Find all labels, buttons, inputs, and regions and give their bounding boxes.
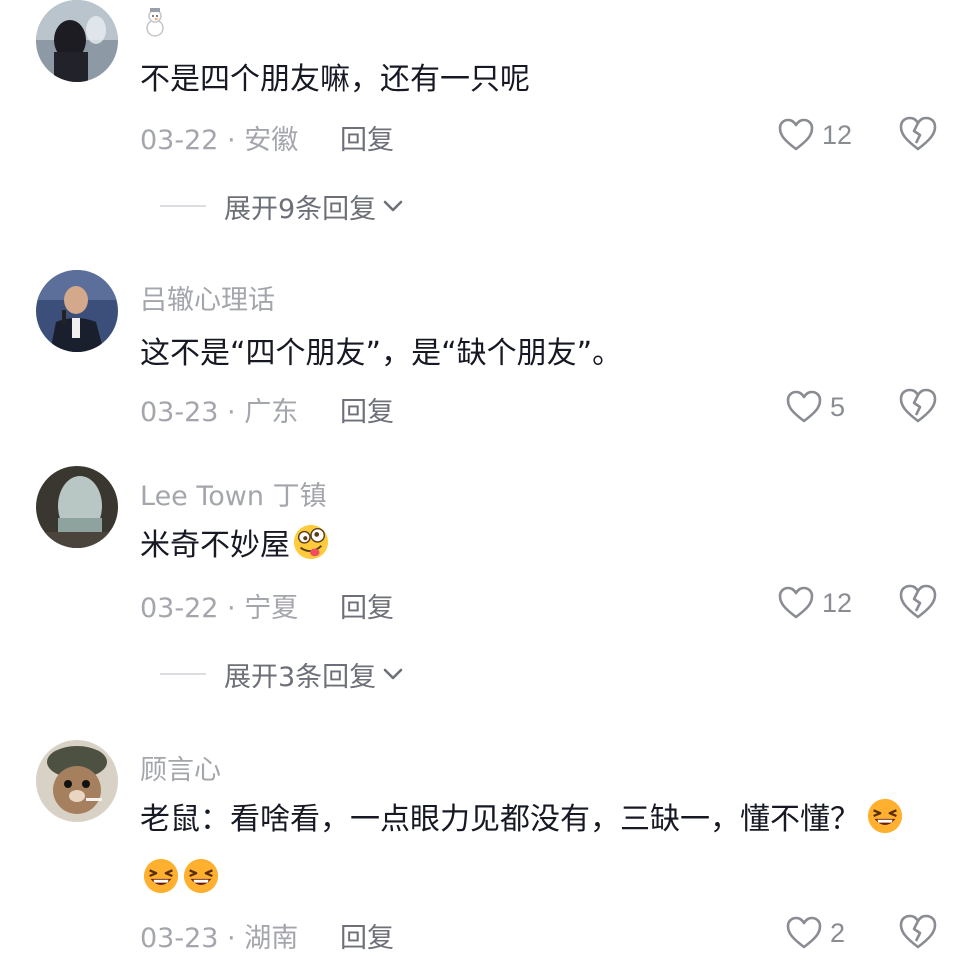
comment-text: 老鼠：看啥看，一点眼力见都没有，三缺一，懂不懂？ — [140, 790, 910, 910]
heart-outline-icon — [786, 916, 822, 949]
dislike-button[interactable] — [898, 583, 938, 623]
broken-heart-icon — [899, 116, 937, 151]
date-location: 03-23 · 广东 — [140, 397, 299, 428]
like-button[interactable]: 5 — [786, 387, 845, 427]
crazy-face-emoji — [293, 524, 329, 560]
reply-button[interactable]: 回复 — [340, 916, 394, 955]
like-button[interactable]: 2 — [786, 913, 845, 953]
laughing-face-emoji — [867, 798, 903, 834]
date-location: 03-22 · 安徽 — [140, 125, 299, 156]
reply-button[interactable]: 回复 — [340, 586, 394, 625]
expand-replies-button[interactable]: 展开3条回复 — [160, 654, 404, 694]
divider — [160, 673, 206, 675]
chevron-down-icon — [383, 668, 403, 680]
broken-heart-icon — [899, 584, 937, 619]
reply-button[interactable]: 回复 — [340, 390, 394, 429]
date-location: 03-23 · 湖南 — [140, 923, 299, 954]
laughing-face-emoji — [143, 858, 179, 894]
divider — [160, 205, 206, 207]
username[interactable] — [140, 6, 170, 45]
heart-outline-icon — [786, 390, 822, 423]
like-button[interactable]: 12 — [778, 115, 852, 155]
username[interactable]: 顾言心 — [140, 748, 221, 787]
broken-heart-icon — [899, 914, 937, 949]
avatar[interactable] — [36, 0, 118, 82]
like-count: 2 — [830, 917, 846, 948]
avatar[interactable] — [36, 466, 118, 548]
laughing-face-emoji — [183, 858, 219, 894]
comment-text-content: 老鼠：看啥看，一点眼力见都没有，三缺一，懂不懂？ — [140, 802, 860, 837]
comment-text: 这不是“四个朋友”，是“缺个朋友”。 — [140, 336, 623, 371]
comment-text: 不是四个朋友嘛，还有一只呢 — [140, 62, 530, 97]
username[interactable]: 吕辙心理话 — [140, 278, 275, 317]
expand-replies-label: 展开3条回复 — [224, 661, 377, 693]
dislike-button[interactable] — [898, 115, 938, 155]
broken-heart-icon — [899, 388, 937, 423]
reply-button[interactable]: 回复 — [340, 118, 394, 157]
like-count: 12 — [822, 119, 853, 150]
comment-text: 米奇不妙屋 — [140, 516, 900, 576]
heart-outline-icon — [778, 586, 814, 619]
date-location: 03-22 · 宁夏 — [140, 593, 299, 624]
like-count: 5 — [830, 391, 846, 422]
like-count: 12 — [822, 587, 853, 618]
heart-outline-icon — [778, 118, 814, 151]
expand-replies-label: 展开9条回复 — [224, 193, 377, 225]
username[interactable]: Lee Town 丁镇 — [140, 474, 327, 513]
comment-text-content: 米奇不妙屋 — [140, 528, 290, 563]
chevron-down-icon — [383, 200, 403, 212]
dislike-button[interactable] — [898, 387, 938, 427]
like-button[interactable]: 12 — [778, 583, 852, 623]
avatar[interactable] — [36, 740, 118, 822]
snowman-icon — [146, 8, 164, 37]
dislike-button[interactable] — [898, 913, 938, 953]
expand-replies-button[interactable]: 展开9条回复 — [160, 186, 404, 226]
avatar[interactable] — [36, 270, 118, 352]
